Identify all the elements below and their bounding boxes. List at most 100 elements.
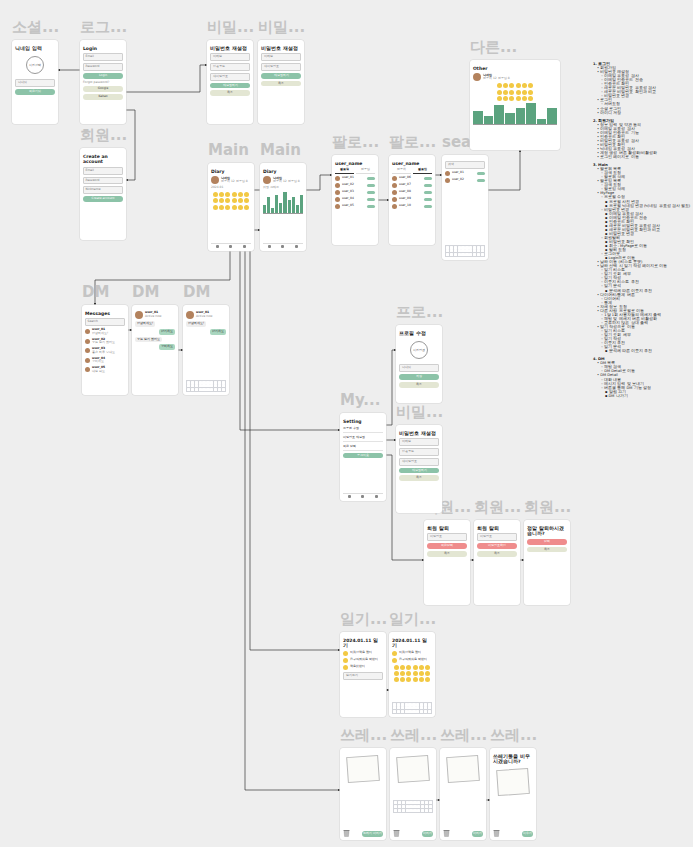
emoji-icon[interactable]: [425, 665, 430, 670]
key[interactable]: [394, 805, 397, 808]
key[interactable]: [210, 388, 213, 391]
key[interactable]: [416, 706, 419, 709]
key[interactable]: [401, 706, 404, 709]
key[interactable]: [450, 253, 453, 256]
key[interactable]: [402, 809, 405, 812]
emoji-icon[interactable]: [413, 665, 418, 670]
key[interactable]: [424, 706, 427, 709]
key[interactable]: [421, 801, 424, 804]
phone-frame[interactable]: 정말 탈퇴하시겠습니까?탈퇴취소: [524, 520, 570, 605]
key[interactable]: [446, 246, 449, 249]
key[interactable]: [402, 801, 405, 804]
emoji-icon[interactable]: [400, 665, 405, 670]
emoji-icon[interactable]: [232, 205, 237, 210]
input-field[interactable]: Email: [83, 167, 123, 175]
trash-icon[interactable]: [393, 829, 400, 837]
menu-item[interactable]: 프로필 수정: [343, 426, 383, 433]
phone-frame[interactable]: 쓰레기통을 비우시겠습니까?비우기: [490, 748, 536, 840]
input-field[interactable]: 검색: [445, 161, 485, 169]
emoji-icon[interactable]: [413, 677, 418, 682]
input-field[interactable]: Password: [83, 63, 123, 71]
menu-item[interactable]: 비밀번호 재설정: [343, 435, 383, 442]
emoji-icon[interactable]: [413, 671, 418, 676]
key[interactable]: [428, 706, 431, 709]
key[interactable]: [461, 253, 464, 256]
key[interactable]: [413, 805, 416, 808]
action-button[interactable]: [477, 172, 485, 175]
action-button[interactable]: [367, 205, 375, 208]
key[interactable]: [187, 384, 190, 387]
key[interactable]: [421, 805, 424, 808]
key[interactable]: [461, 246, 464, 249]
key[interactable]: [416, 710, 419, 713]
paper-note[interactable]: [446, 755, 480, 783]
nav-icon[interactable]: [361, 495, 364, 498]
key[interactable]: [461, 249, 464, 252]
phone-frame[interactable]: 비밀번호 재설정이메일인증코드새 비밀번호재설정하기취소: [396, 425, 442, 513]
key[interactable]: [191, 388, 194, 391]
key[interactable]: [481, 246, 484, 249]
avatar-icon[interactable]: [335, 183, 340, 188]
key[interactable]: [397, 703, 400, 706]
emoji-icon[interactable]: [213, 198, 218, 203]
phone-frame[interactable]: Setting프로필 수정비밀번호 재설정회원 탈퇴로그아웃: [340, 413, 386, 501]
emoji-icon[interactable]: [522, 96, 527, 101]
phone-frame[interactable]: 버리기: [440, 748, 486, 840]
key[interactable]: [425, 801, 428, 804]
phone-frame[interactable]: 닉네임 입력사진 선택닉네임회원가입: [12, 40, 58, 124]
user-row[interactable]: user_05: [335, 204, 375, 209]
nav-icon[interactable]: [268, 245, 271, 248]
key[interactable]: [420, 703, 423, 706]
key[interactable]: [417, 809, 420, 812]
nav-icon[interactable]: [216, 245, 219, 248]
key[interactable]: [408, 706, 411, 709]
key[interactable]: [199, 384, 202, 387]
trash-icon[interactable]: [343, 829, 350, 837]
avatar-icon[interactable]: [335, 204, 340, 209]
key[interactable]: [425, 805, 428, 808]
secondary-button[interactable]: 취소: [399, 475, 439, 481]
avatar-icon[interactable]: [85, 329, 90, 334]
key[interactable]: [425, 809, 428, 812]
tab[interactable]: 팔로워: [335, 168, 354, 173]
nav-icon[interactable]: [229, 245, 232, 248]
phone-frame[interactable]: 회원 탈퇴비밀번호비밀번호 확인취소: [474, 520, 520, 605]
tab[interactable]: 팔로잉: [413, 168, 432, 173]
key[interactable]: [473, 253, 476, 256]
phone-frame[interactable]: 회원 탈퇴비밀번호회원 탈퇴취소: [424, 520, 470, 605]
key[interactable]: [477, 253, 480, 256]
key[interactable]: [187, 381, 190, 384]
key[interactable]: [465, 246, 468, 249]
emoji-icon[interactable]: [419, 665, 424, 670]
key[interactable]: [397, 706, 400, 709]
phone-frame[interactable]: 2024.01.11 일기아침 산책을 했다친구와 점심을 먹었다책을 읽었다일…: [340, 632, 386, 717]
key[interactable]: [473, 249, 476, 252]
emoji-icon[interactable]: [419, 677, 424, 682]
emoji-icon[interactable]: [225, 192, 230, 197]
action-button[interactable]: [367, 191, 375, 194]
emoji-icon[interactable]: [503, 96, 508, 101]
key[interactable]: [428, 710, 431, 713]
key[interactable]: [218, 381, 221, 384]
input-field[interactable]: 닉네임: [399, 364, 439, 372]
emoji-icon[interactable]: [509, 83, 514, 88]
action-button[interactable]: [367, 177, 375, 180]
action-button[interactable]: [477, 179, 485, 182]
action-button[interactable]: [424, 191, 432, 194]
emoji-icon[interactable]: [425, 671, 430, 676]
input-field[interactable]: 새 비밀번호: [210, 73, 250, 81]
phone-frame[interactable]: 2024.01.11 일기아침 산책을 했다친구와 점심을 먹었다: [389, 632, 435, 717]
key[interactable]: [405, 710, 408, 713]
key[interactable]: [429, 805, 432, 808]
trash-button[interactable]: 버리기: [472, 831, 483, 837]
avatar-icon[interactable]: [211, 176, 219, 184]
key[interactable]: [477, 249, 480, 252]
secondary-button[interactable]: 취소: [527, 547, 567, 553]
avatar-icon[interactable]: [85, 348, 90, 353]
key[interactable]: [206, 381, 209, 384]
key[interactable]: [454, 253, 457, 256]
avatar-icon[interactable]: [85, 339, 90, 344]
trash-icon[interactable]: [493, 829, 500, 837]
input-field[interactable]: 이메일: [399, 438, 439, 446]
user-row[interactable]: user_09: [392, 197, 432, 202]
